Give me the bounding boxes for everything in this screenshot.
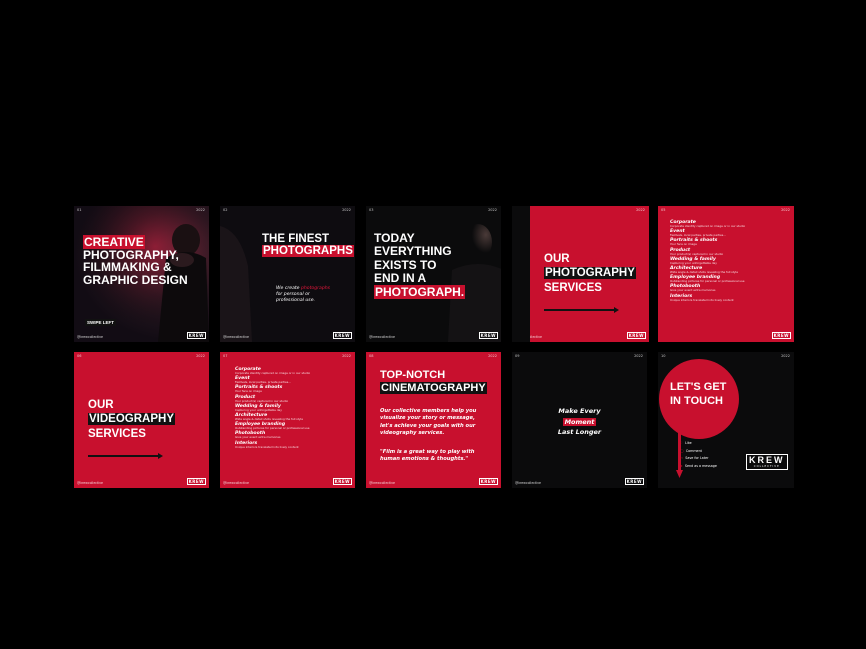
slide-year: 2022	[781, 208, 790, 212]
send-icon: ➤	[680, 463, 683, 468]
instagram-handle: @krewcollective	[77, 335, 104, 339]
slide-headline: THE FINEST PHOTOGRAPHS	[262, 233, 354, 258]
service-item: Interiors Unique interiors translated int…	[670, 293, 734, 302]
krew-logo: KREW	[332, 332, 352, 339]
krew-logo: KREW	[624, 478, 644, 485]
instagram-handle: @krewcollective	[369, 481, 396, 485]
slide-headline: TOP-NOTCH CINEMATOGRAPHY	[380, 369, 487, 395]
slide-year: 2022	[488, 354, 497, 358]
service-item: Product Your product(s) captured in our s…	[670, 247, 724, 256]
service-item: Corporate Corporate identity captured on …	[670, 220, 746, 229]
slide-headline: CREATIVE PHOTOGRAPHY, FILMMAKING & GRAPH…	[83, 235, 188, 287]
slide-index: 08	[369, 354, 374, 358]
instagram-handle: @krewcollective	[516, 335, 543, 339]
krew-logo: KREW	[771, 332, 791, 339]
comment-icon: ◯	[680, 448, 684, 453]
photographer-background	[220, 206, 355, 342]
action-send[interactable]: ➤ Send as a message	[680, 463, 717, 471]
slide-headline: TODAY EVERYTHING EXISTS TO END IN A PHOT…	[374, 231, 466, 299]
action-comment[interactable]: ◯ Comment	[680, 448, 717, 456]
service-item: Wedding & family Capturing your unforgett…	[670, 256, 717, 265]
service-item: Photobooth Give your event extra memories	[235, 431, 281, 440]
slide-headline: OUR VIDEOGRAPHY SERVICES	[88, 399, 175, 440]
instagram-handle: @krewcollective	[223, 481, 250, 485]
slide-body: Our collective members help you visualiz…	[380, 408, 477, 436]
slide-year: 2022	[196, 208, 205, 212]
slide-8-cinematography[interactable]: 08 2022 TOP-NOTCH CINEMATOGRAPHY Our col…	[366, 352, 501, 488]
arrow-right-icon	[88, 452, 163, 459]
slide-year: 2022	[488, 208, 497, 212]
service-item: Photobooth Give your event extra memories	[670, 284, 716, 293]
bookmark-icon: ▭	[680, 456, 684, 461]
slide-index: 06	[77, 354, 82, 358]
service-item: Portraits & shoots Your face on image	[670, 238, 718, 247]
krew-logo: KREW	[186, 332, 206, 339]
service-list: Corporate Corporate identity captured on …	[235, 367, 345, 450]
slide-1-creative[interactable]: 01 2022 CREATIVE PHOTOGRAPHY, FILMMAKING…	[74, 206, 209, 342]
instagram-handle: @krewcollective	[77, 481, 104, 485]
service-item: Employee branding Outstanding pictures fo…	[235, 422, 310, 431]
slide-10-lets-get-in-touch[interactable]: 10 2022 LET'S GET IN TOUCH ♡ Like ◯ Comm…	[658, 352, 794, 488]
swipe-left-label[interactable]: SWIPE LEFT	[85, 319, 116, 326]
slide-year: 2022	[196, 354, 205, 358]
action-save[interactable]: ▭ Save for Later	[680, 455, 717, 463]
slide-headline: LET'S GET IN TOUCH	[670, 381, 727, 407]
slide-quote: "Film is a great way to play with human …	[380, 449, 475, 463]
slide-body: We create photographs for personal or pro…	[276, 286, 331, 303]
slide-headline: OUR PHOTOGRAPHY SERVICES	[544, 253, 636, 294]
service-item: Wedding & family Capturing your unforgett…	[235, 403, 282, 412]
slide-year: 2022	[342, 354, 351, 358]
krew-logo: KREW	[478, 478, 498, 485]
slide-year: 2022	[636, 208, 645, 212]
slide-5-photography-list[interactable]: 05 2022 Corporate Corporate identity capt…	[658, 206, 794, 342]
service-item: Event Festivals, local parties, private p…	[235, 376, 291, 385]
slide-3-today[interactable]: 03 2022 TODAY EVERYTHING EXISTS TO END I…	[366, 206, 501, 342]
slide-9-make-every-moment[interactable]: 09 2022 Make Every Moment Last Longer @k…	[512, 352, 647, 488]
instagram-handle: @krewcollective	[515, 481, 542, 485]
service-list: Corporate Corporate identity captured on …	[670, 220, 784, 303]
krew-logo: KREW	[478, 332, 498, 339]
instagram-handle: @krewcollective	[369, 335, 396, 339]
slide-year: 2022	[342, 208, 351, 212]
service-item: Architecture Wide angle & detail shots re…	[670, 265, 738, 274]
service-item: Portraits & shoots Your face on image	[235, 385, 283, 394]
slide-year: 2022	[634, 354, 643, 358]
slide-2-finest[interactable]: 02 2022 THE FINEST PHOTOGRAPHS We create…	[220, 206, 355, 342]
slide-index: 02	[223, 208, 228, 212]
slide-index: 01	[77, 208, 82, 212]
slide-index: 05	[661, 208, 666, 212]
krew-logo: KREW	[626, 332, 646, 339]
slide-headline: Make Every Moment Last Longer	[557, 407, 602, 437]
carousel-grid: 01 2022 CREATIVE PHOTOGRAPHY, FILMMAKING…	[74, 206, 794, 489]
slide-index: 03	[369, 208, 374, 212]
slide-6-videography-services[interactable]: 06 2022 OUR VIDEOGRAPHY SERVICES @krewco…	[74, 352, 209, 488]
service-item: Event Festivals, local parties, private p…	[670, 229, 726, 238]
heart-icon: ♡	[680, 441, 683, 445]
slide-7-videography-list[interactable]: 07 2022 Corporate Corporate identity capt…	[220, 352, 355, 488]
slide-4-photography-services[interactable]: 04 2022 OUR PHOTOGRAPHY SERVICES @krewco…	[512, 206, 649, 342]
arrow-right-icon	[544, 306, 619, 313]
service-item: Interiors Unique interiors translated int…	[235, 440, 299, 449]
slide-index: 04	[516, 208, 521, 212]
service-item: Employee branding Outstanding pictures fo…	[670, 275, 745, 284]
service-item: Architecture Wide angle & detail shots re…	[235, 412, 303, 421]
krew-logo: KREW	[186, 478, 206, 485]
krew-logo: KREW	[332, 478, 352, 485]
slide-index: 07	[223, 354, 228, 358]
krew-brand-logo: KREW COLLECTIVE	[746, 454, 788, 470]
service-item: Corporate Corporate identity captured on …	[235, 367, 311, 376]
action-like[interactable]: ♡ Like	[680, 440, 717, 448]
service-item: Product Your product(s) captured in our s…	[235, 394, 289, 403]
action-list: ♡ Like ◯ Comment ▭ Save for Later ➤ Send…	[680, 440, 717, 470]
instagram-handle: @krewcollective	[223, 335, 250, 339]
slide-index: 09	[515, 354, 520, 358]
